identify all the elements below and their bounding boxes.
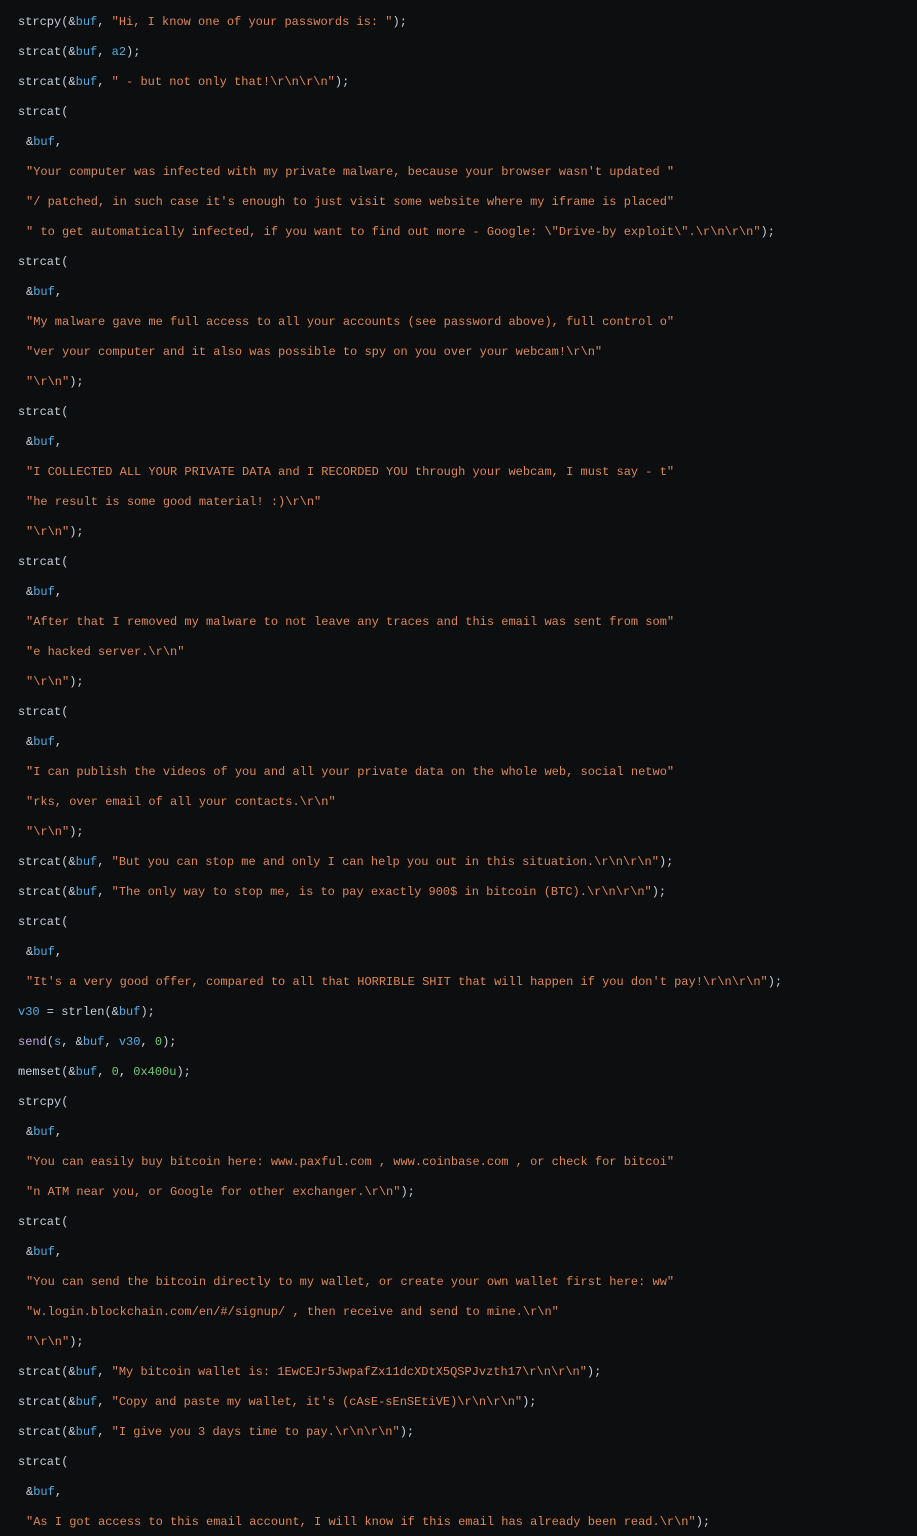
fn-call: strcpy bbox=[18, 15, 61, 29]
code-line: strcat(&buf, a2); bbox=[0, 45, 917, 60]
code-line: strcat(&buf, "The only way to stop me, i… bbox=[0, 885, 917, 900]
code-line: "\r\n"); bbox=[0, 825, 917, 840]
code-line: &buf, bbox=[0, 135, 917, 150]
code-line: "I COLLECTED ALL YOUR PRIVATE DATA and I… bbox=[0, 465, 917, 480]
code-line: "\r\n"); bbox=[0, 375, 917, 390]
code-line: strcat( bbox=[0, 405, 917, 420]
code-line: &buf, bbox=[0, 285, 917, 300]
num-x400u: 0x400u bbox=[133, 1065, 176, 1079]
code-line: "e hacked server.\r\n" bbox=[0, 645, 917, 660]
code-line: "It's a very good offer, compared to all… bbox=[0, 975, 917, 990]
code-line: strcat(&buf, "I give you 3 days time to … bbox=[0, 1425, 917, 1440]
code-line: strcat( bbox=[0, 555, 917, 570]
string-literal: "Hi, I know one of your passwords is: " bbox=[112, 15, 393, 29]
code-line: "You can send the bitcoin directly to my… bbox=[0, 1275, 917, 1290]
var-v30: v30 bbox=[18, 1005, 40, 1019]
disassembly-code-view: strcpy( &buf, "Hi, I know one of your pas… bbox=[0, 0, 917, 1536]
code-line: "he result is some good material! :)\r\n… bbox=[0, 495, 917, 510]
code-line: strcat( bbox=[0, 1215, 917, 1230]
code-line: "As I got access to this email account, … bbox=[0, 1515, 917, 1530]
code-line: &buf, bbox=[0, 435, 917, 450]
code-line: "My malware gave me full access to all y… bbox=[0, 315, 917, 330]
code-line: strcat( bbox=[0, 915, 917, 930]
code-line: strcpy( bbox=[0, 1095, 917, 1110]
var-a2: a2 bbox=[112, 45, 126, 59]
code-line: &buf, bbox=[0, 1485, 917, 1500]
code-line: strcpy(&buf, "Hi, I know one of your pas… bbox=[0, 15, 917, 30]
code-line: &buf, bbox=[0, 735, 917, 750]
code-line: strcat(&buf, " - but not only that!\r\n\… bbox=[0, 75, 917, 90]
code-line: " to get automatically infected, if you … bbox=[0, 225, 917, 240]
code-line: strcat(&buf, "But you can stop me and on… bbox=[0, 855, 917, 870]
code-line: memset(&buf, 0, 0x400u); bbox=[0, 1065, 917, 1080]
code-line: "w.login.blockchain.com/en/#/signup/ , t… bbox=[0, 1305, 917, 1320]
code-line: "ver your computer and it also was possi… bbox=[0, 345, 917, 360]
fn-call: strcat bbox=[18, 45, 61, 59]
code-line: v30 = strlen(&buf); bbox=[0, 1005, 917, 1020]
code-line: &buf, bbox=[0, 1245, 917, 1260]
code-line: strcat( bbox=[0, 105, 917, 120]
code-line: strcat( bbox=[0, 1455, 917, 1470]
code-line: &buf, bbox=[0, 945, 917, 960]
num-zero: 0 bbox=[155, 1035, 162, 1049]
code-line: "I can publish the videos of you and all… bbox=[0, 765, 917, 780]
var-buf: buf bbox=[76, 15, 98, 29]
code-line: strcat(&buf, "My bitcoin wallet is: 1EwC… bbox=[0, 1365, 917, 1380]
code-line: "You can easily buy bitcoin here: www.pa… bbox=[0, 1155, 917, 1170]
code-line: send(s, &buf, v30, 0); bbox=[0, 1035, 917, 1050]
code-line: "\r\n"); bbox=[0, 525, 917, 540]
code-line: "After that I removed my malware to not … bbox=[0, 615, 917, 630]
code-line: "Your computer was infected with my priv… bbox=[0, 165, 917, 180]
code-line: strcat(&buf, "Copy and paste my wallet, … bbox=[0, 1395, 917, 1410]
fn-send: send bbox=[18, 1035, 47, 1049]
code-line: strcat( bbox=[0, 255, 917, 270]
code-line: "rks, over email of all your contacts.\r… bbox=[0, 795, 917, 810]
code-line: "\r\n"); bbox=[0, 1335, 917, 1350]
code-line: "\r\n"); bbox=[0, 675, 917, 690]
code-line: &buf, bbox=[0, 585, 917, 600]
code-line: "/ patched, in such case it's enough to … bbox=[0, 195, 917, 210]
code-line: strcat( bbox=[0, 705, 917, 720]
code-line: &buf, bbox=[0, 1125, 917, 1140]
var-s: s bbox=[54, 1035, 61, 1049]
code-line: "n ATM near you, or Google for other exc… bbox=[0, 1185, 917, 1200]
